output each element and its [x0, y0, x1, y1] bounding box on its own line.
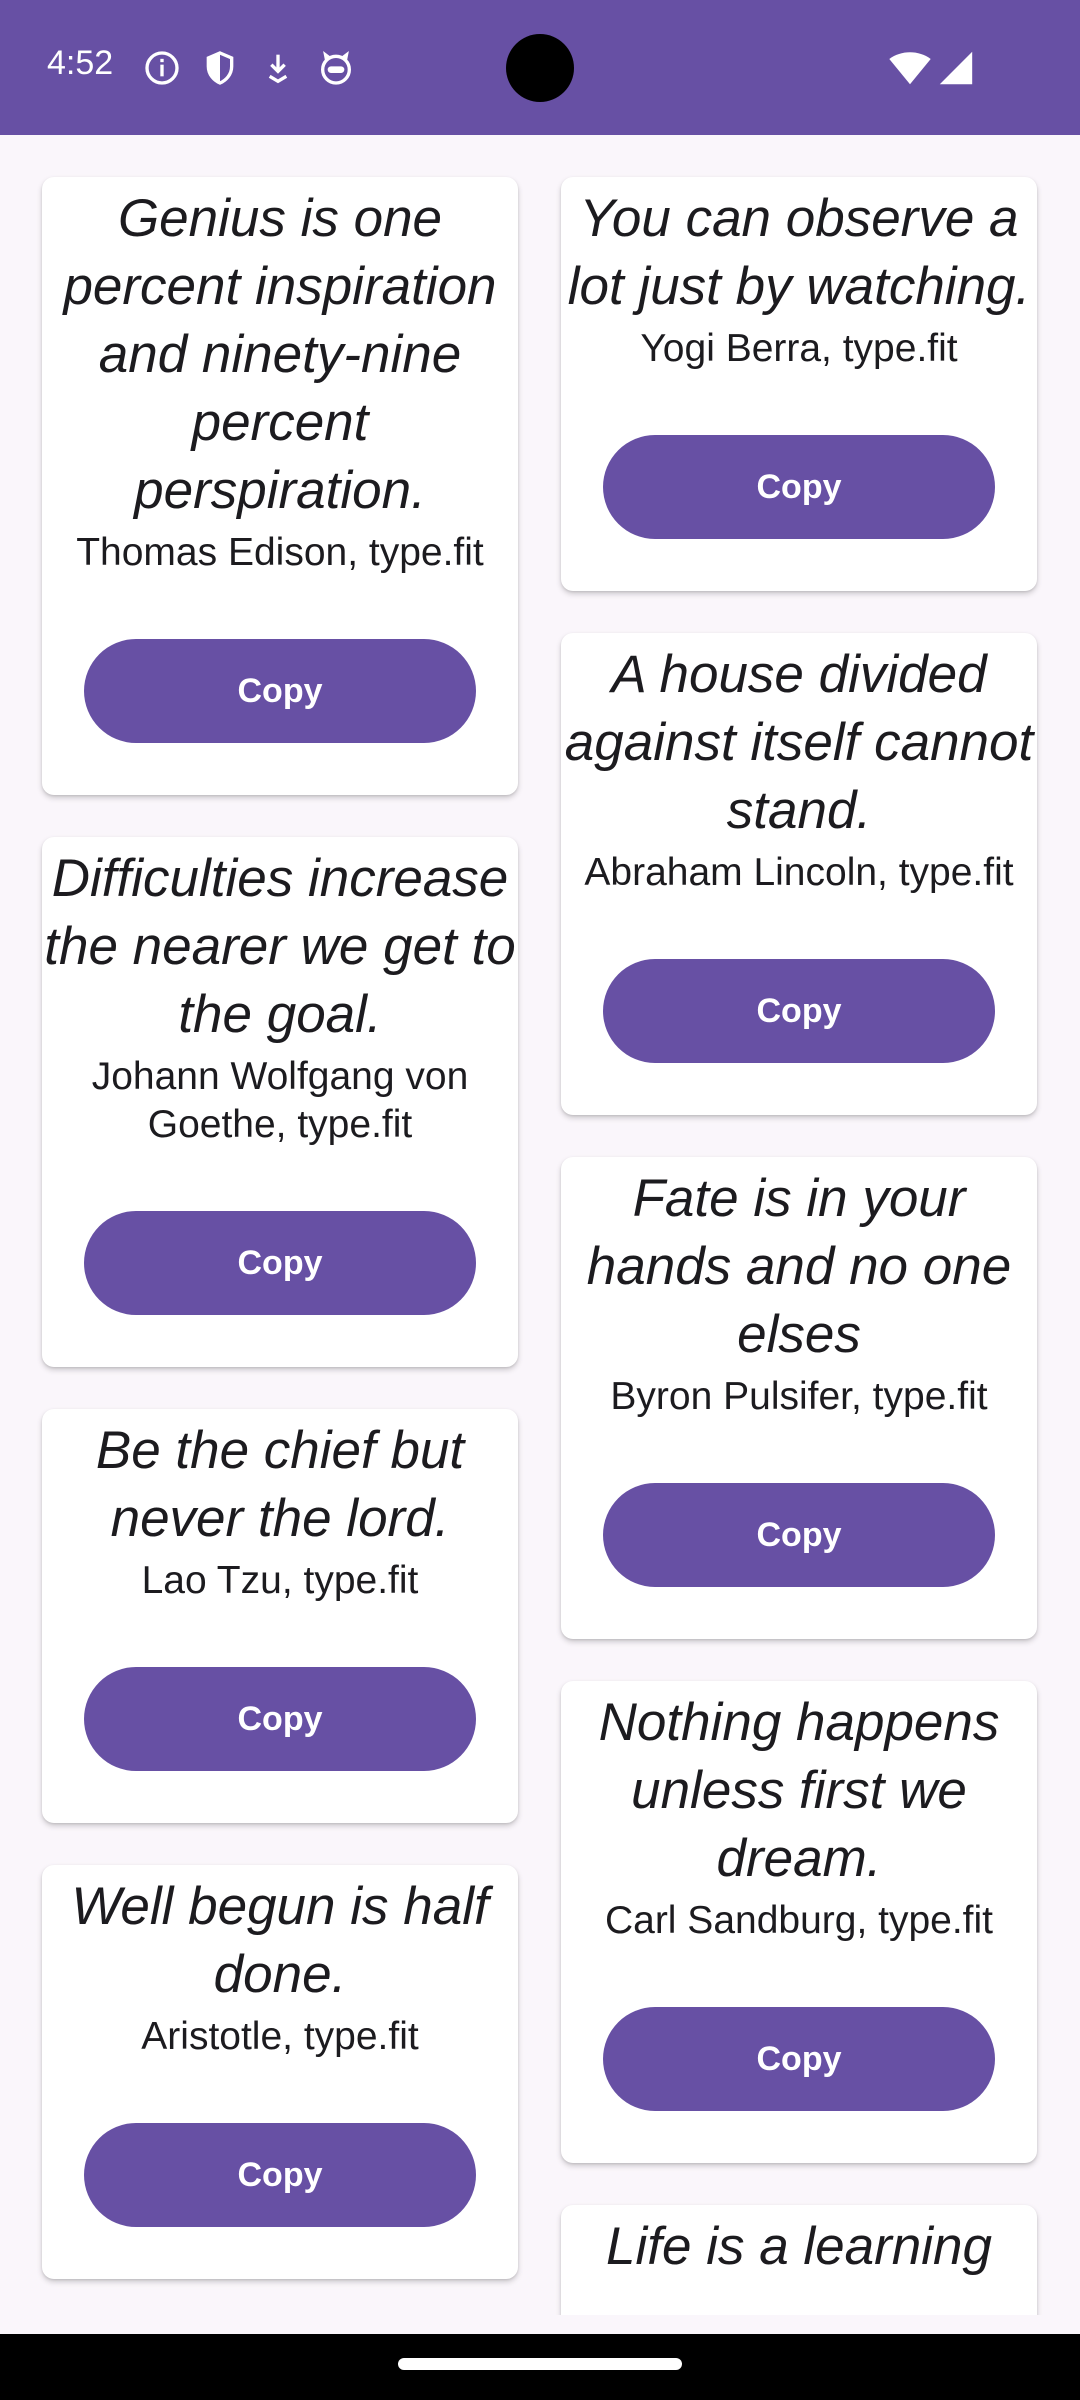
quote-author: Abraham Lincoln, type.fit [584, 851, 1014, 894]
copy-button[interactable]: Copy [603, 959, 995, 1063]
quote-text: Life is a learning [606, 2217, 992, 2276]
quote-author: Yogi Berra, type.fit [640, 327, 958, 370]
quote-text: Difficulties increase the nearer we get … [44, 849, 516, 1044]
quote-card: Be the chief but never the lord. Lao Tzu… [42, 1409, 518, 1823]
shield-icon [206, 51, 234, 85]
quote-author: Johann Wolfgang von Goethe, type.fit [91, 1055, 469, 1146]
quote-card: Genius is one percent inspiration and ni… [42, 177, 518, 795]
quote-text: A house divided against itself cannot st… [564, 645, 1034, 840]
left-column: Genius is one percent inspiration and ni… [42, 177, 518, 2315]
status-time: 4:52 [47, 44, 114, 82]
right-column: You can observe a lot just by watching. … [561, 177, 1037, 2315]
signal-icon [939, 51, 973, 85]
info-icon [145, 51, 179, 85]
quote-text: Nothing happens unless first we dream. [598, 1693, 1000, 1888]
copy-button[interactable]: Copy [84, 1211, 476, 1315]
home-gesture-handle[interactable] [398, 2358, 682, 2370]
quote-author: Byron Pulsifer, type.fit [610, 1375, 988, 1418]
quote-card: Life is a learning [561, 2205, 1037, 2315]
quote-card: Well begun is half done. Aristotle, type… [42, 1865, 518, 2279]
quote-text: Genius is one percent inspiration and ni… [63, 189, 497, 520]
copy-button[interactable]: Copy [603, 1483, 995, 1587]
quote-card: Fate is in your hands and no one elses B… [561, 1157, 1037, 1639]
quote-card: Nothing happens unless first we dream. C… [561, 1681, 1037, 2163]
copy-button[interactable]: Copy [84, 1667, 476, 1771]
quote-card: A house divided against itself cannot st… [561, 633, 1037, 1115]
quote-text: You can observe a lot just by watching. [567, 189, 1031, 316]
quote-text: Be the chief but never the lord. [95, 1421, 465, 1548]
quote-text: Fate is in your hands and no one elses [586, 1169, 1012, 1364]
quote-author: Carl Sandburg, type.fit [604, 1899, 994, 1942]
quote-text: Well begun is half done. [71, 1877, 489, 2004]
copy-button[interactable]: Copy [84, 2123, 476, 2227]
quote-author: Aristotle, type.fit [141, 2015, 419, 2058]
copy-button[interactable]: Copy [603, 435, 995, 539]
cat-face-icon [321, 51, 351, 85]
quote-author: Thomas Edison, type.fit [76, 531, 484, 574]
quote-grid[interactable]: Genius is one percent inspiration and ni… [0, 135, 1080, 2315]
copy-button[interactable]: Copy [84, 639, 476, 743]
quote-card: Difficulties increase the nearer we get … [42, 837, 518, 1367]
status-notification-icons [142, 48, 356, 88]
status-bar: 4:52 [0, 0, 1080, 135]
camera-cutout [506, 34, 574, 102]
copy-button[interactable]: Copy [603, 2007, 995, 2111]
download-arrow-icon [268, 54, 288, 84]
navigation-bar [0, 2334, 1080, 2400]
quote-author: Lao Tzu, type.fit [141, 1559, 419, 1602]
wifi-icon [889, 52, 931, 85]
status-system-icons [888, 50, 974, 86]
quote-card: You can observe a lot just by watching. … [561, 177, 1037, 591]
